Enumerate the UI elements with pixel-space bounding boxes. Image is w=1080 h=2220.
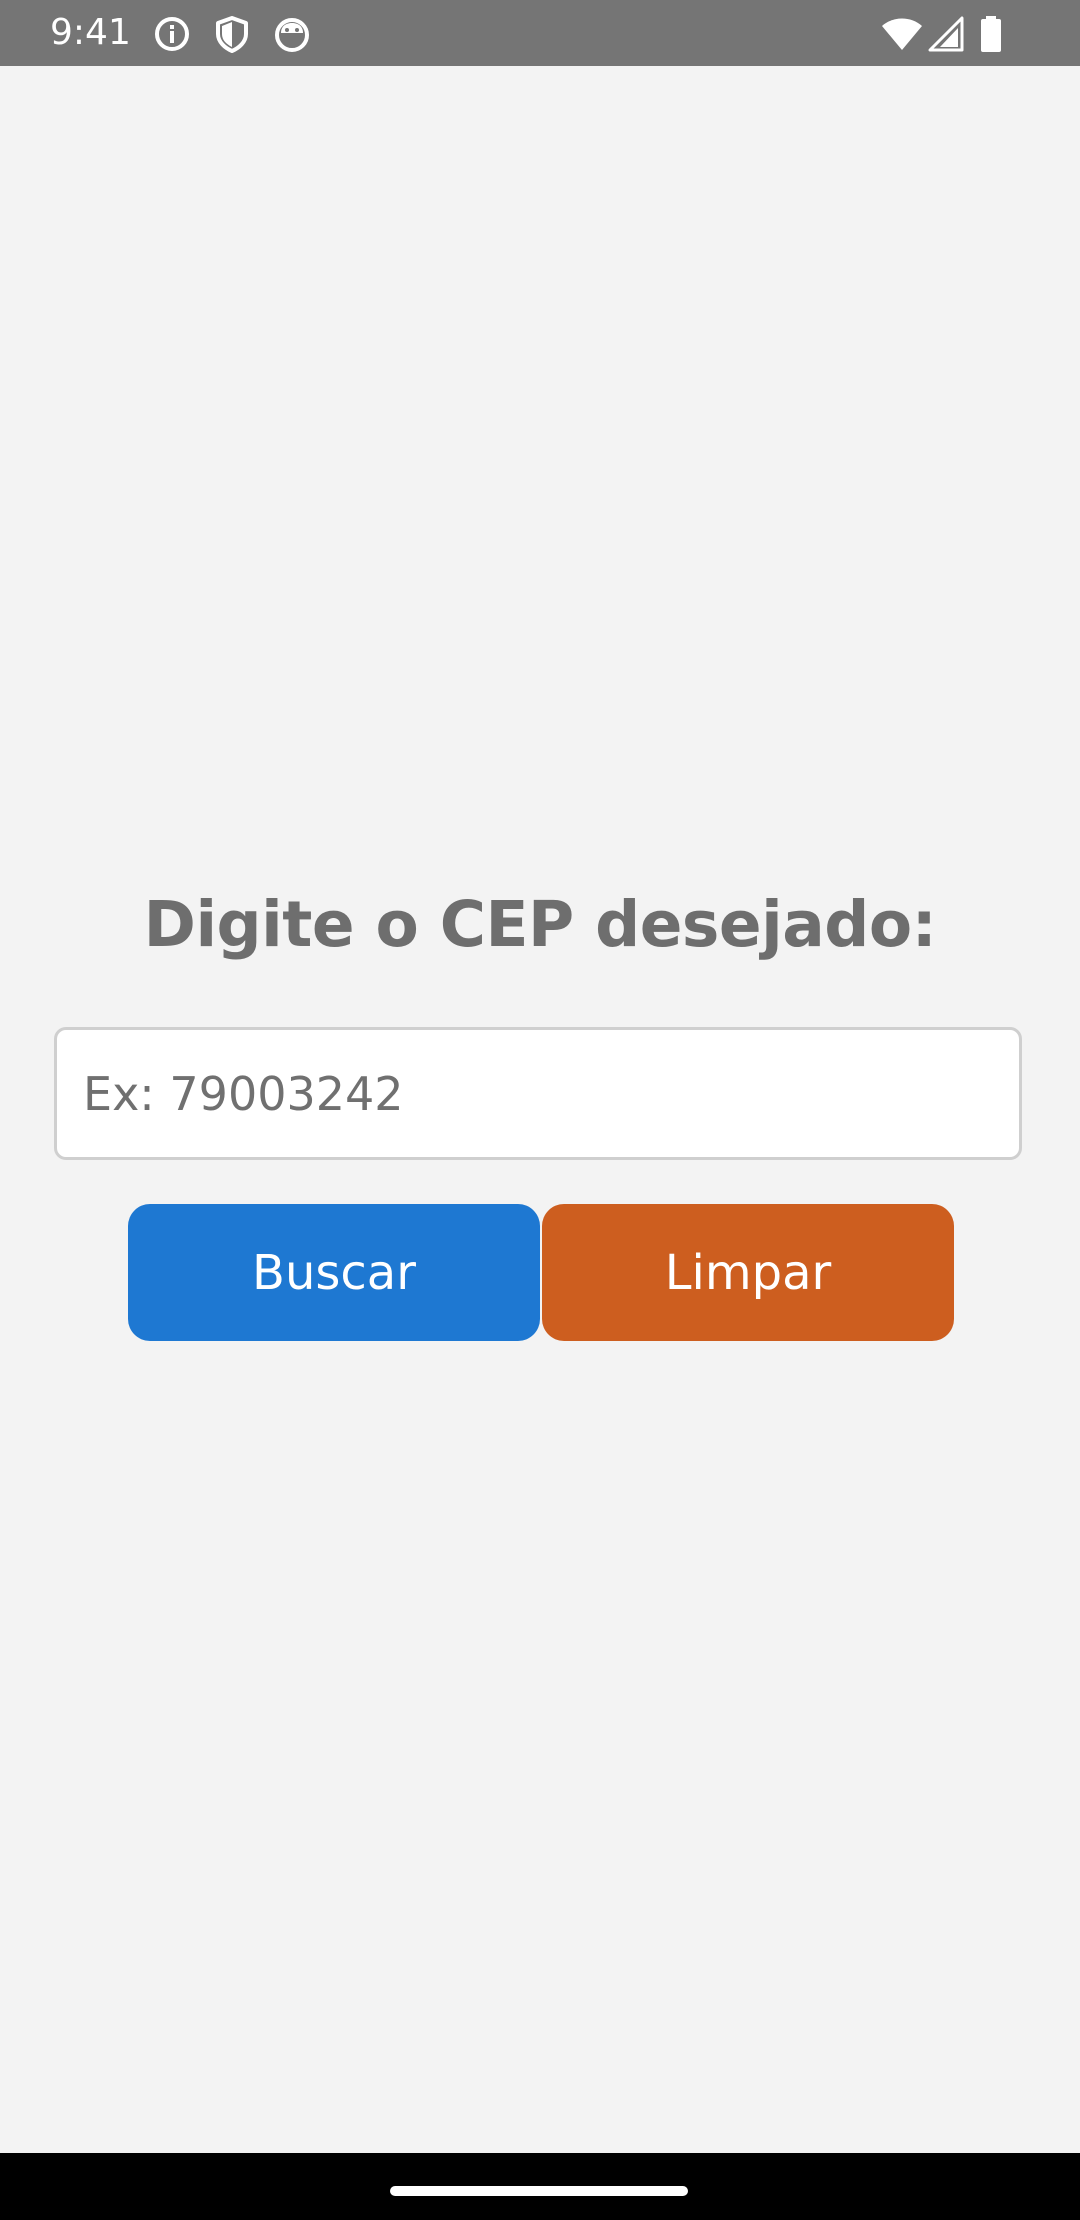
cep-input[interactable] <box>54 1027 1022 1160</box>
page-title: Digite o CEP desejado: <box>143 888 937 961</box>
home-gesture-handle[interactable] <box>390 2186 688 2196</box>
clear-button[interactable]: Limpar <box>542 1204 954 1341</box>
android-debug-icon <box>272 14 312 54</box>
battery-icon <box>978 14 1004 54</box>
signal-icon <box>928 14 964 54</box>
status-bar: 9:41 <box>0 0 1080 66</box>
wifi-icon <box>880 14 924 54</box>
status-time: 9:41 <box>50 12 131 53</box>
search-button[interactable]: Buscar <box>128 1204 540 1341</box>
info-icon <box>152 14 192 54</box>
navigation-bar <box>0 2153 1080 2220</box>
shield-icon <box>212 14 252 54</box>
